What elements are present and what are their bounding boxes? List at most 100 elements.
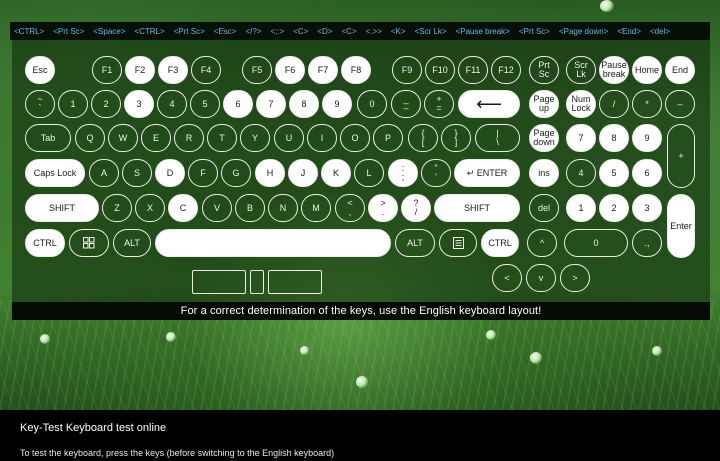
key-space[interactable] bbox=[155, 229, 391, 257]
key-j[interactable]: J bbox=[288, 159, 318, 187]
key-delete[interactable]: del bbox=[529, 194, 559, 222]
touchpad-middle-button[interactable] bbox=[250, 270, 264, 294]
key-numpad-1[interactable]: 1 bbox=[566, 194, 596, 222]
key-period[interactable]: >. bbox=[368, 194, 398, 222]
key-menu[interactable] bbox=[439, 229, 477, 257]
key-numpad-3[interactable]: 3 bbox=[632, 194, 662, 222]
key-numpad-0[interactable]: 0 bbox=[564, 229, 628, 257]
key-e[interactable]: E bbox=[141, 124, 171, 152]
key-semicolon[interactable]: :; bbox=[388, 159, 418, 187]
key-left-alt[interactable]: ALT bbox=[113, 229, 151, 257]
key-numpad-6[interactable]: 6 bbox=[632, 159, 662, 187]
key-backspace[interactable]: ⟵ bbox=[458, 90, 520, 118]
key-right-alt[interactable]: ALT bbox=[395, 229, 435, 257]
key-tab[interactable]: Tab bbox=[25, 124, 71, 152]
touchpad-right-button[interactable] bbox=[268, 270, 322, 294]
key-f[interactable]: F bbox=[188, 159, 218, 187]
key-f6[interactable]: F6 bbox=[275, 56, 305, 84]
key-prtsc[interactable]: Prt Sc bbox=[529, 56, 559, 84]
key-f8[interactable]: F8 bbox=[341, 56, 371, 84]
key-backslash[interactable]: | \ bbox=[475, 124, 520, 152]
key-3[interactable]: 3 bbox=[124, 90, 154, 118]
key-page-down[interactable]: Page down bbox=[529, 124, 559, 152]
key-z[interactable]: Z bbox=[102, 194, 132, 222]
key-f12[interactable]: F12 bbox=[491, 56, 521, 84]
key-b[interactable]: B bbox=[235, 194, 265, 222]
key-6[interactable]: 6 bbox=[223, 90, 253, 118]
key-t[interactable]: T bbox=[207, 124, 237, 152]
key-scrlk[interactable]: Scr Lk bbox=[566, 56, 596, 84]
key-k[interactable]: K bbox=[321, 159, 351, 187]
key-q[interactable]: Q bbox=[75, 124, 105, 152]
key-enter[interactable]: ↵ ENTER bbox=[454, 159, 520, 187]
key-f9[interactable]: F9 bbox=[392, 56, 422, 84]
key-u[interactable]: U bbox=[274, 124, 304, 152]
key-arrow-right[interactable]: > bbox=[560, 264, 590, 292]
key-tilde[interactable]: ~ ` bbox=[25, 90, 55, 118]
key-v[interactable]: V bbox=[202, 194, 232, 222]
key-equal[interactable]: + = bbox=[424, 90, 454, 118]
key-right-shift[interactable]: SHIFT bbox=[434, 194, 520, 222]
key-numpad-enter[interactable]: Enter bbox=[667, 194, 695, 258]
key-m[interactable]: M bbox=[301, 194, 331, 222]
key-page-up[interactable]: Page up bbox=[529, 90, 559, 118]
key-numpad-2[interactable]: 2 bbox=[599, 194, 629, 222]
key-5[interactable]: 5 bbox=[190, 90, 220, 118]
key-o[interactable]: O bbox=[340, 124, 370, 152]
key-insert[interactable]: ins bbox=[529, 159, 559, 187]
key-w[interactable]: W bbox=[108, 124, 138, 152]
key-g[interactable]: G bbox=[221, 159, 251, 187]
key-y[interactable]: Y bbox=[240, 124, 270, 152]
key-numpad-9[interactable]: 9 bbox=[632, 124, 662, 152]
key-p[interactable]: P bbox=[373, 124, 403, 152]
key-2[interactable]: 2 bbox=[91, 90, 121, 118]
key-left-ctrl[interactable]: CTRL bbox=[25, 229, 65, 257]
key-a[interactable]: A bbox=[89, 159, 119, 187]
key-f5[interactable]: F5 bbox=[242, 56, 272, 84]
key-numpad-decimal[interactable]: ., bbox=[632, 229, 662, 257]
key-s[interactable]: S bbox=[122, 159, 152, 187]
key-f4[interactable]: F4 bbox=[191, 56, 221, 84]
key-numpad-add[interactable]: + bbox=[667, 124, 695, 188]
key-f1[interactable]: F1 bbox=[92, 56, 122, 84]
key-h[interactable]: H bbox=[255, 159, 285, 187]
key-arrow-left[interactable]: < bbox=[492, 264, 522, 292]
key-comma[interactable]: <, bbox=[335, 194, 365, 222]
key-c[interactable]: C bbox=[168, 194, 198, 222]
key-quote[interactable]: " ' bbox=[421, 159, 451, 187]
key-0[interactable]: 0 bbox=[357, 90, 387, 118]
key-arrow-down[interactable]: v bbox=[526, 264, 556, 292]
key-7[interactable]: 7 bbox=[256, 90, 286, 118]
key-home[interactable]: Home bbox=[632, 56, 662, 84]
key-pause[interactable]: Pause break bbox=[599, 56, 629, 84]
key-f3[interactable]: F3 bbox=[158, 56, 188, 84]
key-numpad-multiply[interactable]: * bbox=[632, 90, 662, 118]
key-minus[interactable]: _ – bbox=[391, 90, 421, 118]
key-n[interactable]: N bbox=[268, 194, 298, 222]
key-8[interactable]: 8 bbox=[289, 90, 319, 118]
key-left-bracket[interactable]: {[ bbox=[408, 124, 438, 152]
key-r[interactable]: R bbox=[174, 124, 204, 152]
touchpad-left-button[interactable] bbox=[192, 270, 246, 294]
key-9[interactable]: 9 bbox=[322, 90, 352, 118]
key-d[interactable]: D bbox=[155, 159, 185, 187]
key-arrow-up[interactable]: ^ bbox=[527, 229, 557, 257]
key-num-lock[interactable]: Num Lock bbox=[566, 90, 596, 118]
key-numpad-subtract[interactable]: – bbox=[665, 90, 695, 118]
key-4[interactable]: 4 bbox=[157, 90, 187, 118]
key-x[interactable]: X bbox=[135, 194, 165, 222]
key-numpad-7[interactable]: 7 bbox=[566, 124, 596, 152]
key-f2[interactable]: F2 bbox=[125, 56, 155, 84]
key-caps-lock[interactable]: Caps Lock bbox=[25, 159, 85, 187]
key-numpad-5[interactable]: 5 bbox=[599, 159, 629, 187]
key-l[interactable]: L bbox=[354, 159, 384, 187]
key-1[interactable]: 1 bbox=[58, 90, 88, 118]
key-left-shift[interactable]: SHIFT bbox=[25, 194, 99, 222]
key-end[interactable]: End bbox=[665, 56, 695, 84]
key-right-ctrl[interactable]: CTRL bbox=[481, 229, 519, 257]
key-slash[interactable]: ? / bbox=[401, 194, 431, 222]
key-f7[interactable]: F7 bbox=[308, 56, 338, 84]
key-f10[interactable]: F10 bbox=[425, 56, 455, 84]
key-numpad-8[interactable]: 8 bbox=[599, 124, 629, 152]
key-i[interactable]: I bbox=[307, 124, 337, 152]
